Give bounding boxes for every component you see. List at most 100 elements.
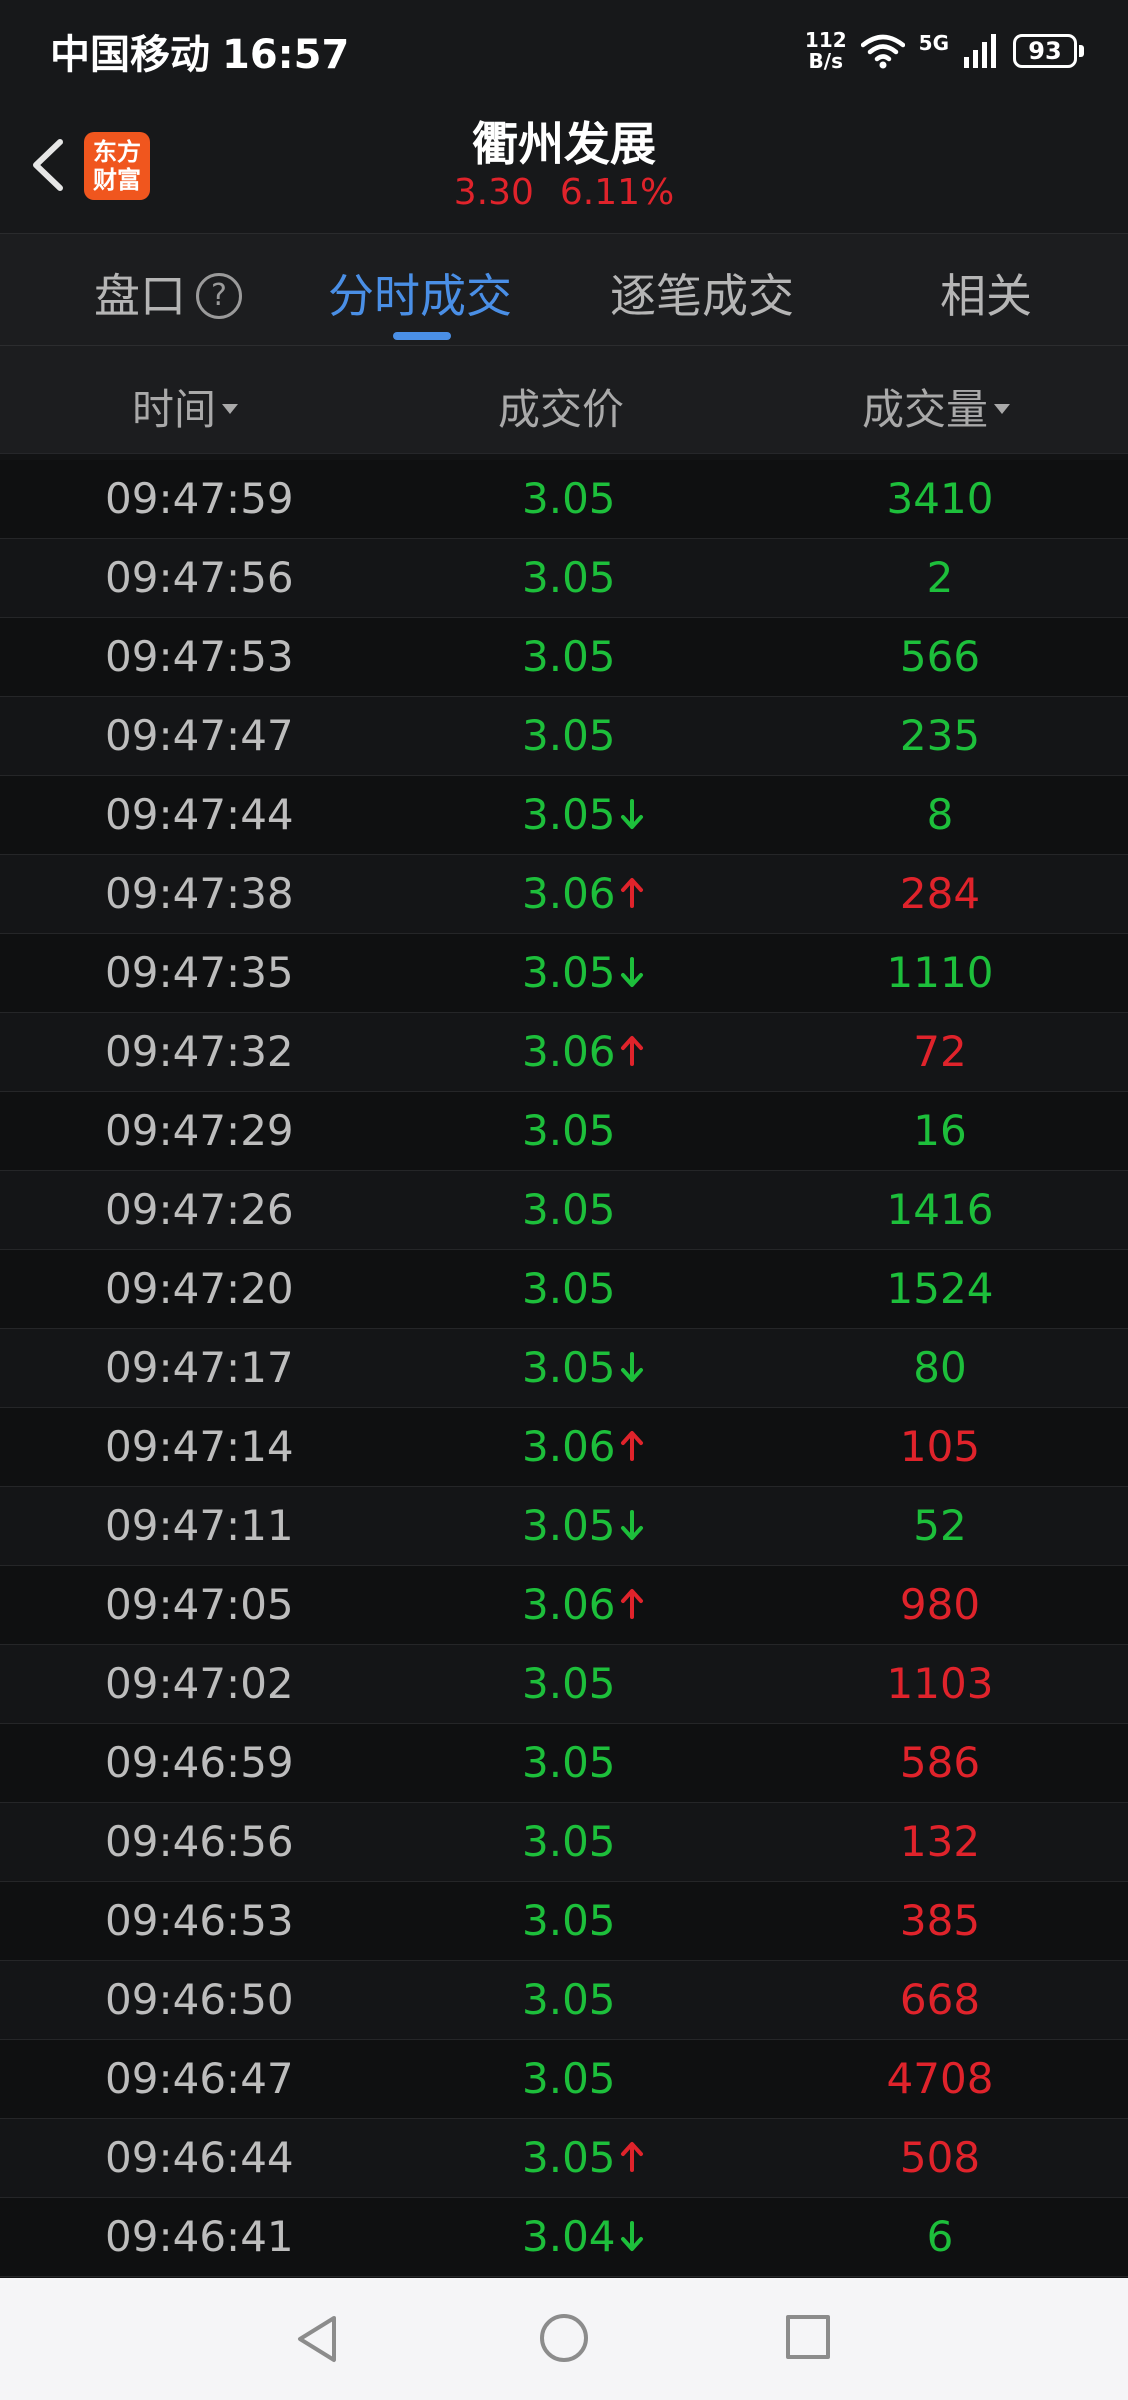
tab-tick-trades[interactable]: 逐笔成交 [610, 260, 794, 326]
tab-minute-trades[interactable]: 分时成交 [328, 260, 512, 326]
app-root: 中国移动 16:57 112 B/s 5G 93 东方 财富 衢州发展 3.30… [0, 0, 1128, 2400]
trade-time: 09:47:11 [105, 1501, 294, 1550]
trade-volume: 132 [899, 1817, 981, 1866]
trade-row[interactable]: 09:46:53 3.05 385 [0, 1882, 1128, 1961]
trade-row[interactable]: 09:47:32 3.06 72 [0, 1013, 1128, 1092]
trade-time: 09:46:50 [105, 1975, 294, 2024]
trade-price: 3.05 [522, 1659, 616, 1708]
active-tab-indicator [393, 332, 451, 340]
stock-name: 衢州发展 [472, 117, 656, 171]
trade-price-value: 3.06 [522, 1580, 616, 1629]
trade-row[interactable]: 09:47:47 3.05 235 [0, 697, 1128, 776]
trade-price-value: 3.05 [522, 1343, 616, 1392]
trade-row[interactable]: 09:46:47 3.05 4708 [0, 2040, 1128, 2119]
trade-row[interactable]: 09:46:44 3.05 508 [0, 2119, 1128, 2198]
trade-row[interactable]: 09:47:29 3.05 16 [0, 1092, 1128, 1171]
trade-price: 3.05 [522, 553, 616, 602]
trade-price: 3.05 [522, 2054, 616, 2103]
trade-volume: 8 [926, 790, 954, 839]
trade-row[interactable]: 09:46:41 3.04 6 [0, 2198, 1128, 2277]
network-speed-unit: B/s [808, 49, 843, 73]
trade-volume: 72 [913, 1027, 967, 1076]
trade-row[interactable]: 09:47:59 3.05 3410 [0, 460, 1128, 539]
trade-volume: 16 [913, 1106, 967, 1155]
trade-row[interactable]: 09:47:17 3.05 80 [0, 1329, 1128, 1408]
nav-home-icon[interactable] [540, 2314, 588, 2362]
trade-price: 3.05 [522, 1185, 616, 1234]
trade-row[interactable]: 09:47:11 3.05 52 [0, 1487, 1128, 1566]
trade-volume: 385 [899, 1896, 981, 1945]
trade-price-value: 3.05 [522, 1975, 616, 2024]
arrow-up-icon [620, 1588, 643, 1619]
trade-time: 09:47:14 [105, 1422, 294, 1471]
trade-row[interactable]: 09:47:38 3.06 284 [0, 855, 1128, 934]
arrow-down-icon [620, 798, 643, 829]
help-icon[interactable]: ? [196, 272, 242, 319]
trade-volume: 80 [913, 1343, 967, 1392]
trade-price-value: 3.06 [522, 869, 616, 918]
trade-row[interactable]: 09:47:14 3.06 105 [0, 1408, 1128, 1487]
trade-price-value: 3.05 [522, 948, 616, 997]
nav-back-icon[interactable] [294, 2314, 342, 2364]
trade-time: 09:47:05 [105, 1580, 294, 1629]
trade-price: 3.06 [522, 1422, 644, 1471]
network-type-label: 5G [918, 31, 949, 55]
trade-row[interactable]: 09:47:26 3.05 1416 [0, 1171, 1128, 1250]
trade-price: 3.05 [522, 790, 644, 839]
battery-level: 93 [1013, 34, 1077, 68]
trade-time: 09:46:53 [105, 1896, 294, 1945]
column-header-time[interactable]: 时间 [132, 376, 239, 437]
trade-volume: 284 [899, 869, 981, 918]
trade-volume: 3410 [886, 474, 994, 523]
trade-row[interactable]: 09:46:59 3.05 586 [0, 1724, 1128, 1803]
stock-price: 3.30 [453, 172, 534, 213]
trade-time: 09:47:44 [105, 790, 294, 839]
trade-time: 09:47:56 [105, 553, 294, 602]
status-bar: 中国移动 16:57 112 B/s 5G 93 [0, 0, 1128, 100]
column-header-volume[interactable]: 成交量 [862, 376, 1011, 437]
trade-time: 09:47:26 [105, 1185, 294, 1234]
trade-volume: 1524 [886, 1264, 994, 1313]
carrier-name: 中国移动 [50, 32, 210, 78]
trade-row[interactable]: 09:47:05 3.06 980 [0, 1566, 1128, 1645]
trade-list[interactable]: 09:47:59 3.05 3410 09:47:56 3.05 2 09:47:53 3.0… [0, 460, 1128, 2277]
trade-price: 3.05 [522, 1106, 616, 1155]
trade-price-value: 3.05 [522, 1896, 616, 1945]
sort-caret-icon [222, 403, 239, 414]
trade-price-value: 3.05 [522, 474, 616, 523]
trade-row[interactable]: 09:47:35 3.05 1110 [0, 934, 1128, 1013]
trade-volume: 1110 [886, 948, 994, 997]
trade-price-value: 3.05 [522, 2133, 616, 2182]
trade-price-value: 3.05 [522, 632, 616, 681]
tab-related[interactable]: 相关 [940, 260, 1032, 326]
trade-time: 09:47:29 [105, 1106, 294, 1155]
nav-recents-icon[interactable] [786, 2315, 830, 2359]
wifi-icon [860, 34, 905, 69]
trade-price: 3.05 [522, 711, 616, 760]
trade-price: 3.05 [522, 2133, 644, 2182]
trade-volume: 4708 [886, 2054, 994, 2103]
trade-time: 09:46:56 [105, 1817, 294, 1866]
trade-price-value: 3.06 [522, 1027, 616, 1076]
trade-volume: 1103 [886, 1659, 994, 1708]
trade-time: 09:47:02 [105, 1659, 294, 1708]
trade-time: 09:47:47 [105, 711, 294, 760]
trade-row[interactable]: 09:47:56 3.05 2 [0, 539, 1128, 618]
trade-row[interactable]: 09:47:02 3.05 1103 [0, 1645, 1128, 1724]
sort-caret-icon [994, 403, 1011, 414]
trade-volume: 6 [926, 2212, 954, 2261]
trade-row[interactable]: 09:47:20 3.05 1524 [0, 1250, 1128, 1329]
trade-time: 09:47:59 [105, 474, 294, 523]
trade-volume: 668 [899, 1975, 981, 2024]
arrow-down-icon [620, 2220, 643, 2251]
tab-order-book[interactable]: 盘口? [94, 260, 242, 326]
trade-price-value: 3.05 [522, 1738, 616, 1787]
trade-row[interactable]: 09:47:53 3.05 566 [0, 618, 1128, 697]
trade-price: 3.05 [522, 1738, 616, 1787]
arrow-up-icon [620, 877, 643, 908]
trade-row[interactable]: 09:46:50 3.05 668 [0, 1961, 1128, 2040]
battery-icon: 93 [1013, 34, 1084, 68]
trade-row[interactable]: 09:47:44 3.05 8 [0, 776, 1128, 855]
trade-volume: 586 [899, 1738, 981, 1787]
trade-row[interactable]: 09:46:56 3.05 132 [0, 1803, 1128, 1882]
